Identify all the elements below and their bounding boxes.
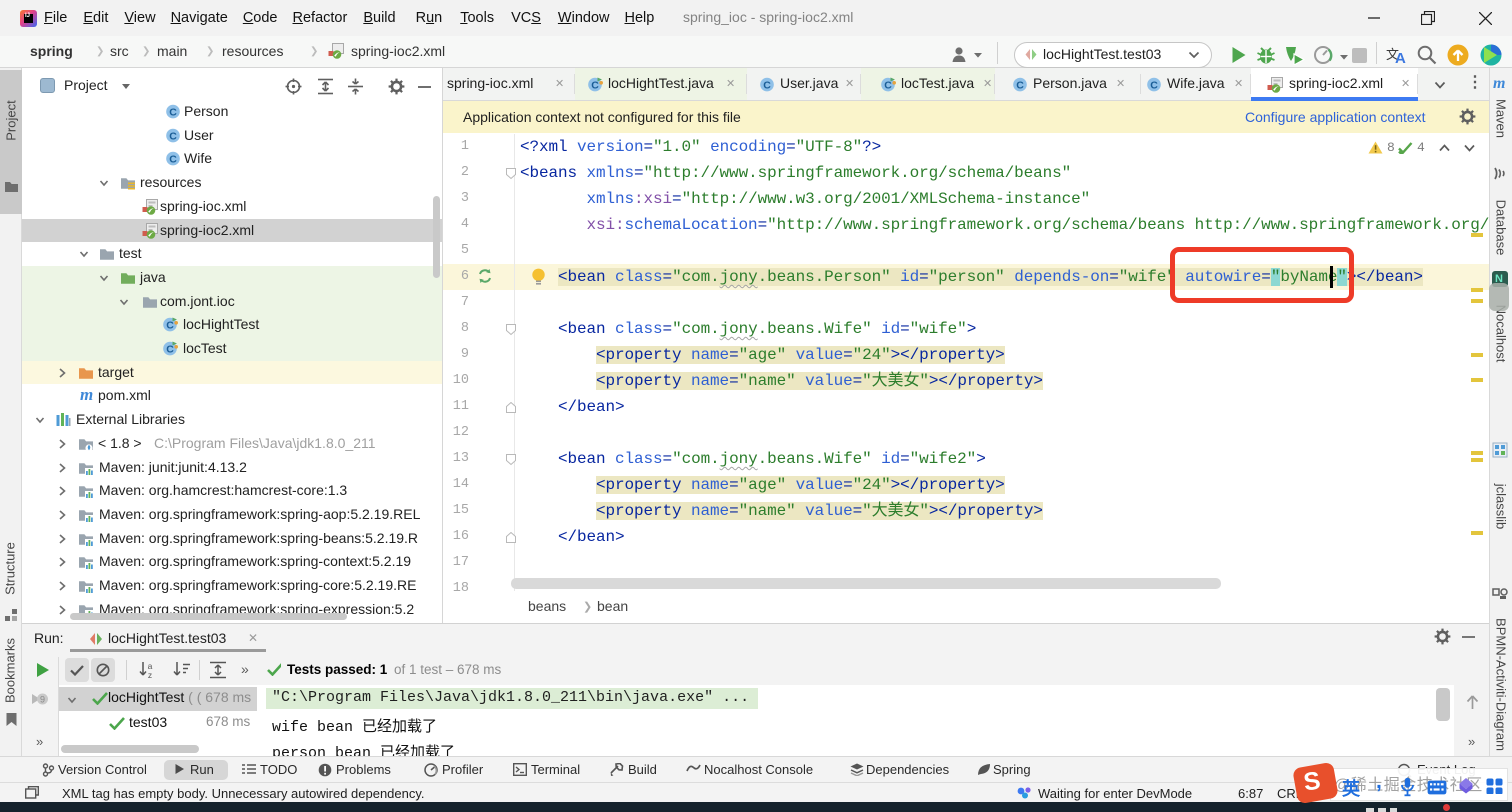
svg-text:C: C <box>1150 79 1158 91</box>
svg-text:C: C <box>169 106 177 118</box>
svg-text:C: C <box>763 79 771 91</box>
svg-text:C: C <box>169 130 177 142</box>
svg-text:C: C <box>169 154 177 166</box>
svg-text:9: 9 <box>40 695 45 705</box>
svg-text:z: z <box>148 670 152 679</box>
svg-text:C: C <box>1016 79 1024 91</box>
